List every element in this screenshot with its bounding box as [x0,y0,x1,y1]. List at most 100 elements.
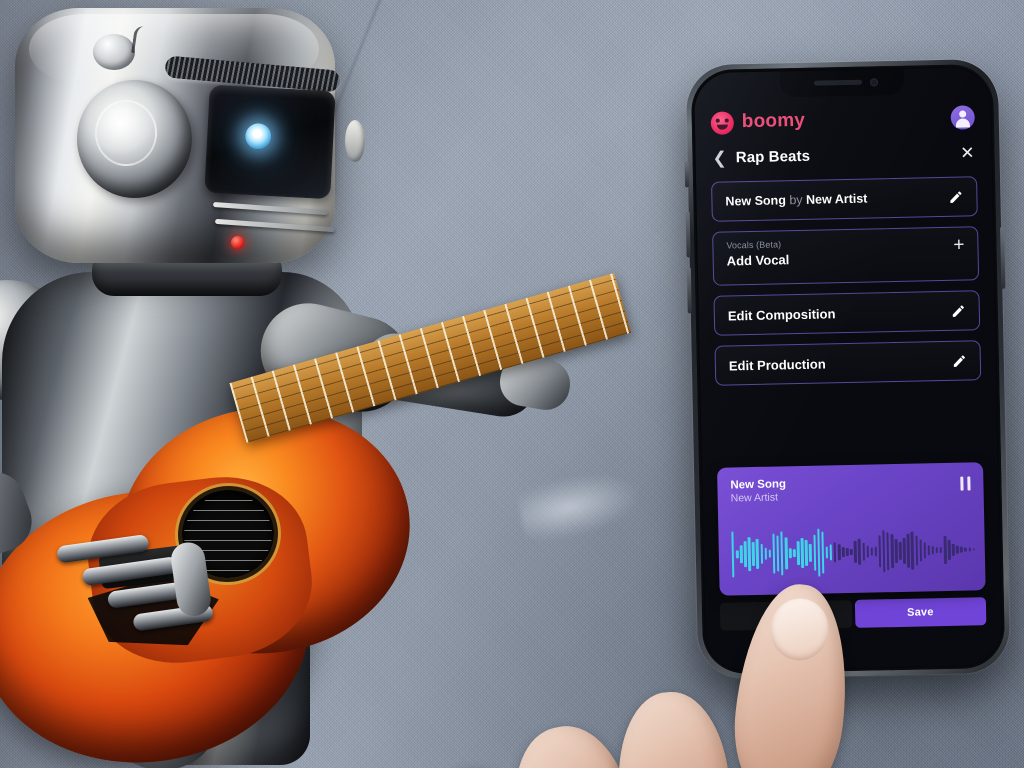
waveform-bar [731,531,735,578]
waveform-bar [764,547,768,561]
artist-name: New Artist [805,191,868,207]
waveform-bar [804,540,808,566]
plus-icon[interactable]: + [953,235,965,256]
robot-knuckle [168,540,213,619]
pencil-icon[interactable] [951,303,966,318]
robot-mouth-line-2 [214,218,336,233]
middle-finger [612,688,734,768]
waveform-bar [857,538,862,566]
robot-head [15,8,365,263]
waveform-bar [902,538,906,564]
waveform-bar [743,540,747,568]
brand-logo[interactable]: boomy [710,109,806,135]
waveform-bar [739,544,743,564]
robot-head-bolt [93,34,135,70]
close-x-icon[interactable]: ✕ [960,143,975,162]
player-track-info: New Song New Artist [730,477,786,506]
index-finger-pointing [727,578,857,768]
waveform-bar [886,532,890,571]
pause-bar-left [959,476,964,491]
app-header: boomy [706,99,979,141]
waveform-bar [853,540,857,563]
waveform-bar [972,547,975,551]
waveform-bar [800,537,804,569]
waveform-bar [878,535,882,568]
human-hand [409,578,880,768]
waveform-bar [906,533,911,568]
waveform-bar [768,549,772,558]
smartphone: boomy ❮ Rap Beats ✕ New Song by New Arti… [684,58,1011,680]
waveform-bar [809,544,812,562]
add-vocal-label: Add Vocal [726,252,790,269]
chevron-left-icon[interactable]: ❮ [712,148,727,167]
waveform-bar [939,547,943,554]
waveform-scrubber[interactable] [731,520,975,583]
waveform-bar [943,536,947,564]
edit-production-card[interactable]: Edit Production [714,340,982,386]
robot-eye-light [244,122,272,151]
pause-icon[interactable] [959,476,971,491]
layout-spacer [712,380,986,468]
waveform-bar [927,545,931,556]
edit-production-label: Edit Production [728,355,826,373]
waveform-bar [772,533,776,574]
robot-mouth-line-1 [212,201,329,216]
waveform-bar [964,547,967,552]
robot-status-led [231,236,244,249]
pencil-icon[interactable] [948,189,963,204]
waveform-bar [788,548,792,559]
phone-mute-switch[interactable] [684,161,690,188]
waveform-bar [960,546,963,553]
waveform-bar [947,539,951,561]
phone-volume-down-button[interactable] [686,267,692,314]
phone-screen: boomy ❮ Rap Beats ✕ New Song by New Arti… [693,66,1003,672]
ring-finger [501,715,639,768]
waveform-bar [780,531,784,576]
waveform-bar [882,529,886,573]
app-ui: boomy ❮ Rap Beats ✕ New Song by New Arti… [694,67,1002,671]
phone-bezel: boomy ❮ Rap Beats ✕ New Song by New Arti… [690,63,1006,675]
waveform-bar [784,537,788,570]
edit-composition-card[interactable]: Edit Composition [713,290,981,336]
brand-name: boomy [741,109,806,133]
waveform-bar [866,545,870,559]
waveform-bar [923,542,927,558]
waveform-bar [747,537,752,571]
waveform-bar [813,534,817,571]
waveform-bar [825,546,829,559]
phone-notch [779,68,905,98]
robot-visor [204,84,336,200]
song-title-card[interactable]: New Song by New Artist [711,176,978,222]
waveform-bar [935,546,939,554]
robot-finger-1 [56,533,150,564]
waveform-bar [931,546,935,555]
waveform-bar [792,549,796,558]
audio-player[interactable]: New Song New Artist [717,462,986,596]
waveform-bar [850,549,853,555]
user-avatar-icon[interactable] [950,105,976,130]
waveform-bar [841,546,845,558]
waveform-bar [837,544,841,560]
waveform-bar [890,534,894,568]
vocals-card[interactable]: Vocals (Beta) Add Vocal + [712,226,980,286]
pencil-icon[interactable] [952,353,967,368]
waveform-bar [756,538,760,570]
pause-bar-right [966,476,971,491]
robot-finger-2 [81,556,179,587]
waveform-bar [874,546,878,557]
waveform-bar [910,531,915,570]
waveform-bar [894,539,898,563]
waveform-bar [870,547,874,556]
smiley-face-icon [710,110,735,135]
phone-volume-up-button[interactable] [685,211,691,258]
player-song-title: New Song [730,478,787,492]
waveform-bar [956,545,959,554]
waveform-bar [915,535,919,566]
waveform-bar [829,544,833,561]
page-title: Rap Beats [735,147,811,166]
edit-composition-label: Edit Composition [727,305,836,324]
robot-ear-dial [77,80,192,198]
song-title-text: New Song by New Artist [725,192,867,209]
waveform-bar [833,542,837,563]
waveform-bar [760,543,764,564]
